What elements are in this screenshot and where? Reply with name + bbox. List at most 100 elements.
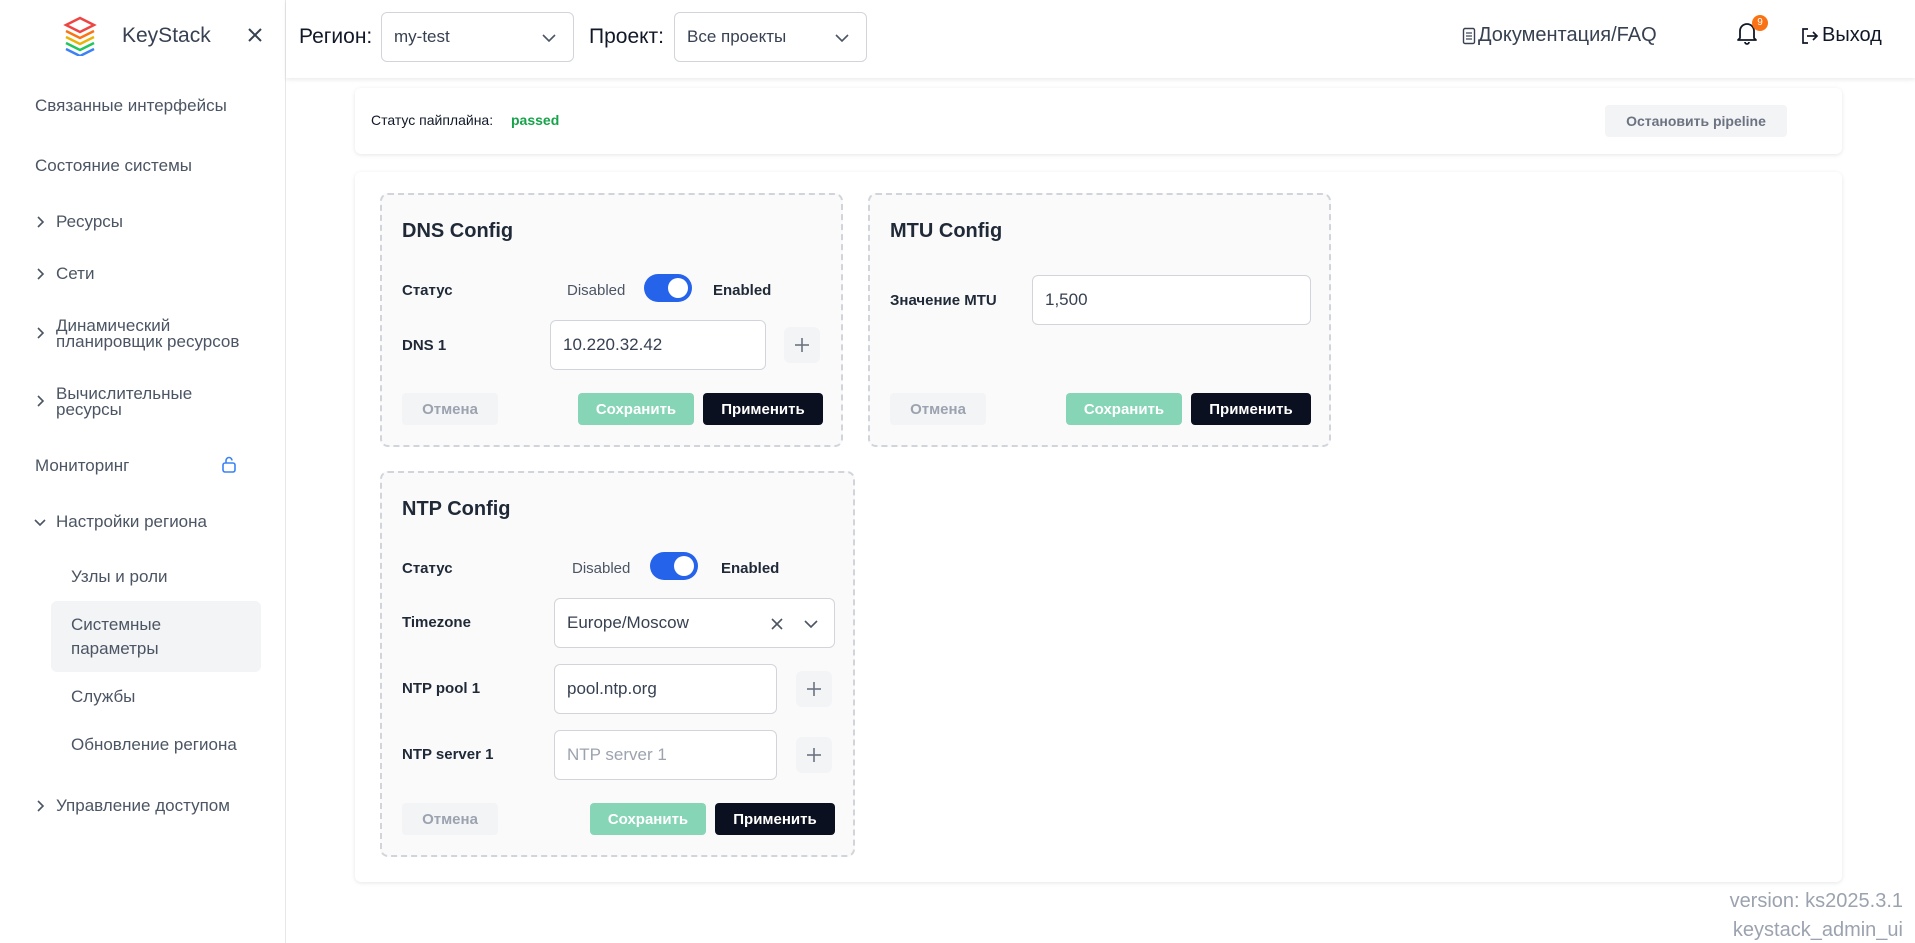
ntp-config-card: NTP Config Статус Disabled Enabled Timez…: [380, 471, 855, 857]
dns1-value: 10.220.32.42: [563, 335, 663, 354]
logout-button[interactable]: Выход: [1800, 24, 1882, 47]
chevron-down-icon: [835, 34, 849, 43]
plus-icon: [807, 682, 821, 696]
keystack-logo-icon: [63, 16, 97, 56]
clear-icon[interactable]: [769, 616, 785, 632]
sidebar-item-label: Сети: [56, 264, 95, 283]
pipeline-status-value: passed: [511, 112, 560, 128]
add-ntp-server-button[interactable]: [796, 737, 832, 773]
ntp-disabled-label: Disabled: [572, 560, 631, 577]
dns-status-label: Статус: [402, 282, 453, 299]
notification-badge: 9: [1752, 15, 1768, 31]
ntp-pool-value: pool.ntp.org: [567, 679, 657, 698]
project-value: Все проекты: [687, 27, 787, 46]
mtu-config-title: MTU Config: [890, 220, 1003, 242]
mtu-save-button[interactable]: Сохранить: [1066, 393, 1182, 425]
dns-status-toggle[interactable]: [644, 274, 692, 302]
project-select[interactable]: Все проекты: [674, 12, 867, 62]
document-icon: [1462, 27, 1476, 44]
timezone-value: Europe/Moscow: [567, 613, 689, 632]
chevron-right-icon: [37, 216, 45, 228]
dns-config-card: DNS Config Статус Disabled Enabled DNS 1…: [380, 193, 843, 447]
ntp-cancel-button[interactable]: Отмена: [402, 803, 498, 835]
sidebar-item-monitoring[interactable]: Мониторинг: [35, 457, 129, 474]
dns1-label: DNS 1: [402, 337, 447, 354]
ntp-server-label: NTP server 1: [402, 746, 494, 763]
ntp-enabled-label: Enabled: [721, 560, 780, 577]
timezone-label: Timezone: [402, 614, 471, 631]
ntp-status-toggle[interactable]: [650, 552, 698, 580]
stop-pipeline-button[interactable]: Остановить pipeline: [1605, 105, 1787, 137]
sidebar-subitem-label: Узлы и роли: [71, 567, 168, 586]
ntp-pool-input[interactable]: pool.ntp.org: [554, 664, 777, 714]
mtu-apply-button[interactable]: Применить: [1191, 393, 1311, 425]
dns-config-title: DNS Config: [402, 220, 514, 242]
sidebar-subitem-label: Службы: [71, 687, 136, 706]
dns-save-button[interactable]: Сохранить: [578, 393, 694, 425]
sidebar: KeyStack Связанные интерфейсы Состояние …: [0, 0, 286, 943]
logout-label: Выход: [1822, 24, 1882, 46]
dns-enabled-label: Enabled: [713, 282, 772, 299]
sidebar-subitem-system-params[interactable]: Системные параметры: [71, 613, 191, 661]
ntp-config-title: NTP Config: [402, 498, 511, 520]
pipeline-status-label: Статус пайплайна:: [371, 112, 494, 128]
sidebar-item-label: Ресурсы: [56, 212, 124, 231]
dns-apply-button[interactable]: Применить: [703, 393, 823, 425]
region-value: my-test: [394, 27, 450, 46]
sidebar-item-label: Динамический планировщик ресурсов: [56, 316, 240, 351]
sidebar-item-label: Состояние системы: [35, 156, 193, 175]
ntp-pool-label: NTP pool 1: [402, 680, 481, 697]
pipeline-status-card: Статус пайплайна: passed Остановить pipe…: [355, 88, 1842, 154]
timezone-select[interactable]: Europe/Moscow: [554, 598, 835, 648]
ntp-apply-button[interactable]: Применить: [715, 803, 835, 835]
sidebar-item-label: Вычислительные ресурсы: [56, 384, 193, 419]
sidebar-item-linked-interfaces[interactable]: Связанные интерфейсы: [35, 97, 227, 114]
chevron-down-icon: [804, 620, 818, 629]
close-sidebar-icon[interactable]: [244, 24, 266, 46]
sidebar-subitem-nodes-roles[interactable]: Узлы и роли: [71, 565, 167, 589]
region-label: Регион:: [299, 25, 373, 48]
sidebar-item-resources[interactable]: Ресурсы: [35, 213, 123, 230]
sidebar-subitem-region-update[interactable]: Обновление региона: [71, 733, 237, 757]
chevron-right-icon: [37, 395, 45, 407]
dns-cancel-button[interactable]: Отмена: [402, 393, 498, 425]
mtu-value: 1,500: [1045, 290, 1088, 309]
mtu-input[interactable]: 1,500: [1032, 275, 1311, 325]
brand[interactable]: KeyStack: [62, 16, 211, 56]
ntp-server-input[interactable]: NTP server 1: [554, 730, 777, 780]
chevron-right-icon: [37, 327, 45, 339]
add-ntp-pool-button[interactable]: [796, 671, 832, 707]
mtu-value-label: Значение MTU: [890, 292, 997, 309]
region-select[interactable]: my-test: [381, 12, 574, 62]
sidebar-item-region-settings[interactable]: Настройки региона: [34, 512, 207, 531]
ntp-save-button[interactable]: Сохранить: [590, 803, 706, 835]
chevron-down-icon: [34, 519, 46, 527]
sidebar-subitem-label: Обновление региона: [71, 735, 237, 754]
mtu-config-card: MTU Config Значение MTU 1,500 Отмена Сох…: [868, 193, 1331, 447]
chevron-right-icon: [37, 268, 45, 280]
chevron-down-icon: [542, 34, 556, 43]
sidebar-item-label: Мониторинг: [35, 456, 130, 475]
logout-icon: [1802, 27, 1819, 44]
dns1-input[interactable]: 10.220.32.42: [550, 320, 766, 370]
sidebar-item-networks[interactable]: Сети: [35, 265, 94, 282]
docs-link[interactable]: Документация/FAQ: [1462, 24, 1657, 47]
add-dns-button[interactable]: [784, 327, 820, 363]
sidebar-item-label: Настройки региона: [56, 512, 207, 531]
ntp-status-label: Статус: [402, 560, 453, 577]
sidebar-item-compute[interactable]: Вычислительные ресурсы: [35, 384, 216, 419]
version-line: version: ks2025.3.1: [1729, 890, 1903, 912]
top-header: Регион: my-test Проект: Все проекты: [286, 0, 1915, 78]
lock-open-icon: [222, 456, 236, 473]
brand-name: KeyStack: [122, 24, 211, 47]
mtu-cancel-button[interactable]: Отмена: [890, 393, 986, 425]
sidebar-item-dynamic-scheduler[interactable]: Динамический планировщик ресурсов: [35, 316, 256, 351]
plus-icon: [807, 748, 821, 762]
chevron-right-icon: [37, 800, 45, 812]
sidebar-item-system-state[interactable]: Состояние системы: [35, 157, 192, 174]
sidebar-subitem-services[interactable]: Службы: [71, 685, 135, 709]
sidebar-item-access-control[interactable]: Управление доступом: [35, 797, 230, 814]
sidebar-item-label: Связанные интерфейсы: [35, 96, 227, 115]
project-label: Проект:: [589, 25, 665, 48]
app-root: KeyStack Связанные интерфейсы Состояние …: [0, 0, 1915, 943]
